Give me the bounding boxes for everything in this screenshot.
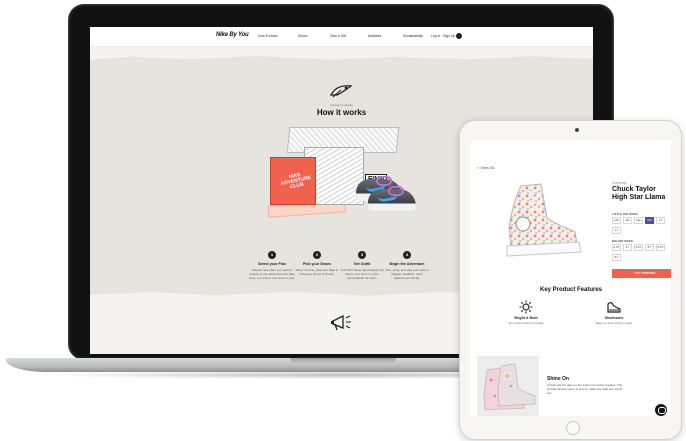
shine-on-title: Shine On <box>547 376 569 382</box>
size-option[interactable]: 3.5Y <box>612 244 621 251</box>
laptop-notch <box>290 358 396 364</box>
product-brand: Converse <box>612 181 627 185</box>
step-title: Begin the Adventure <box>389 262 425 266</box>
shoe-front <box>368 186 416 211</box>
camera-icon <box>575 128 579 132</box>
step-1: 1 Select your Plan Choose how often you … <box>248 251 296 280</box>
feather-icon <box>329 85 353 98</box>
step-description: When it's time, pick your Nike or Conver… <box>295 268 339 276</box>
size-label-big-kid: BIG KID SIZES <box>612 239 633 243</box>
step-description: Run, jump, and play your way to happier,… <box>385 268 429 280</box>
swoosh-icon <box>377 193 399 203</box>
size-option[interactable]: 2Y <box>612 227 621 234</box>
size-option[interactable]: 10c <box>612 217 621 224</box>
tablet-screen: < View All Converse Chuck Taylor High St… <box>471 140 671 416</box>
box-front: NIKE ADVENTURE CLUB <box>270 157 316 205</box>
features-title: Key Product Features <box>539 287 603 293</box>
size-option[interactable]: 4.5Y <box>634 244 643 251</box>
size-option[interactable]: 11c <box>623 217 632 224</box>
step-description: Choose how often you want to receive a n… <box>248 268 296 280</box>
chat-icon[interactable] <box>655 404 667 416</box>
step-2: 2 Pick your Shoes When it's time, pick y… <box>293 251 341 276</box>
cart-icon[interactable] <box>456 33 462 39</box>
hero-eyebrow: adventure awaits <box>330 103 353 107</box>
get-started-button[interactable]: GET STARTED <box>612 269 671 278</box>
size-option[interactable]: 5Y <box>645 244 654 251</box>
size-option[interactable]: 4Y <box>623 244 632 251</box>
feature-shoehorns: Shoehorns Easy on and comfy to wear <box>579 300 649 325</box>
step-title: Pick your Shoes <box>303 262 331 266</box>
feature-description: Fun colors that turn heads <box>508 321 544 325</box>
product-name: Chuck Taylor High Star Llama <box>612 186 666 201</box>
size-option[interactable]: 5.5Y <box>656 244 665 251</box>
nav-link-sustainability[interactable]: Sustainability <box>403 34 423 38</box>
account-link[interactable]: Log in · Sign Up <box>431 34 455 38</box>
nav-link-how-it-works[interactable]: How it Works <box>258 34 278 38</box>
step-number: 4 <box>403 251 411 259</box>
site-nav: Nike By You How it Works Shoes Give a Gi… <box>90 27 593 47</box>
feature-title: Shoehorns <box>604 316 624 320</box>
sun-icon <box>519 300 533 314</box>
size-option-selected[interactable]: 13c <box>645 217 654 224</box>
shine-on-image <box>477 356 539 416</box>
nav-link-give-a-gift[interactable]: Give a Gift <box>330 34 346 38</box>
box-front-text: NIKE ADVENTURE CLUB <box>280 171 312 191</box>
size-option[interactable]: 12c <box>634 217 643 224</box>
size-option[interactable]: 1Y <box>656 217 665 224</box>
hero-title: How it works <box>316 108 367 117</box>
step-number: 3 <box>358 251 366 259</box>
step-number: 2 <box>313 251 321 259</box>
step-3: 3 Get Outfit Your kid's shoes (and activ… <box>338 251 386 280</box>
step-description: Your kid's shoes (and activity kit) ship… <box>340 268 384 280</box>
home-button[interactable] <box>566 421 580 435</box>
nav-link-activities[interactable]: Activities <box>368 34 381 38</box>
megaphone-icon <box>331 314 351 331</box>
shoe-icon <box>607 302 621 313</box>
view-all-link[interactable]: < View All <box>477 165 494 170</box>
feature-description: Easy on and comfy to wear <box>595 321 633 325</box>
step-title: Select your Plan <box>258 262 286 266</box>
product-box-illustration: FINN NIKE ADVENTURE CLUB <box>267 127 418 223</box>
step-number: 1 <box>268 251 276 259</box>
step-4: 4 Begin the Adventure Run, jump, and pla… <box>383 251 431 280</box>
site-logo[interactable]: Nike By You <box>216 32 249 38</box>
step-title: Get Outfit <box>353 262 371 266</box>
size-option[interactable]: 6Y <box>612 254 621 261</box>
feature-bright-bold: Bright & Bold Fun colors that turn heads <box>491 300 561 325</box>
shine-on-description: A bold and fun take on the iconic Conver… <box>547 383 623 395</box>
size-label-little-kid: LITTLE KID SIZES <box>612 212 638 216</box>
nav-link-shoes[interactable]: Shoes <box>298 34 308 38</box>
product-image <box>506 183 582 257</box>
feature-title: Bright & Bold <box>514 316 538 320</box>
